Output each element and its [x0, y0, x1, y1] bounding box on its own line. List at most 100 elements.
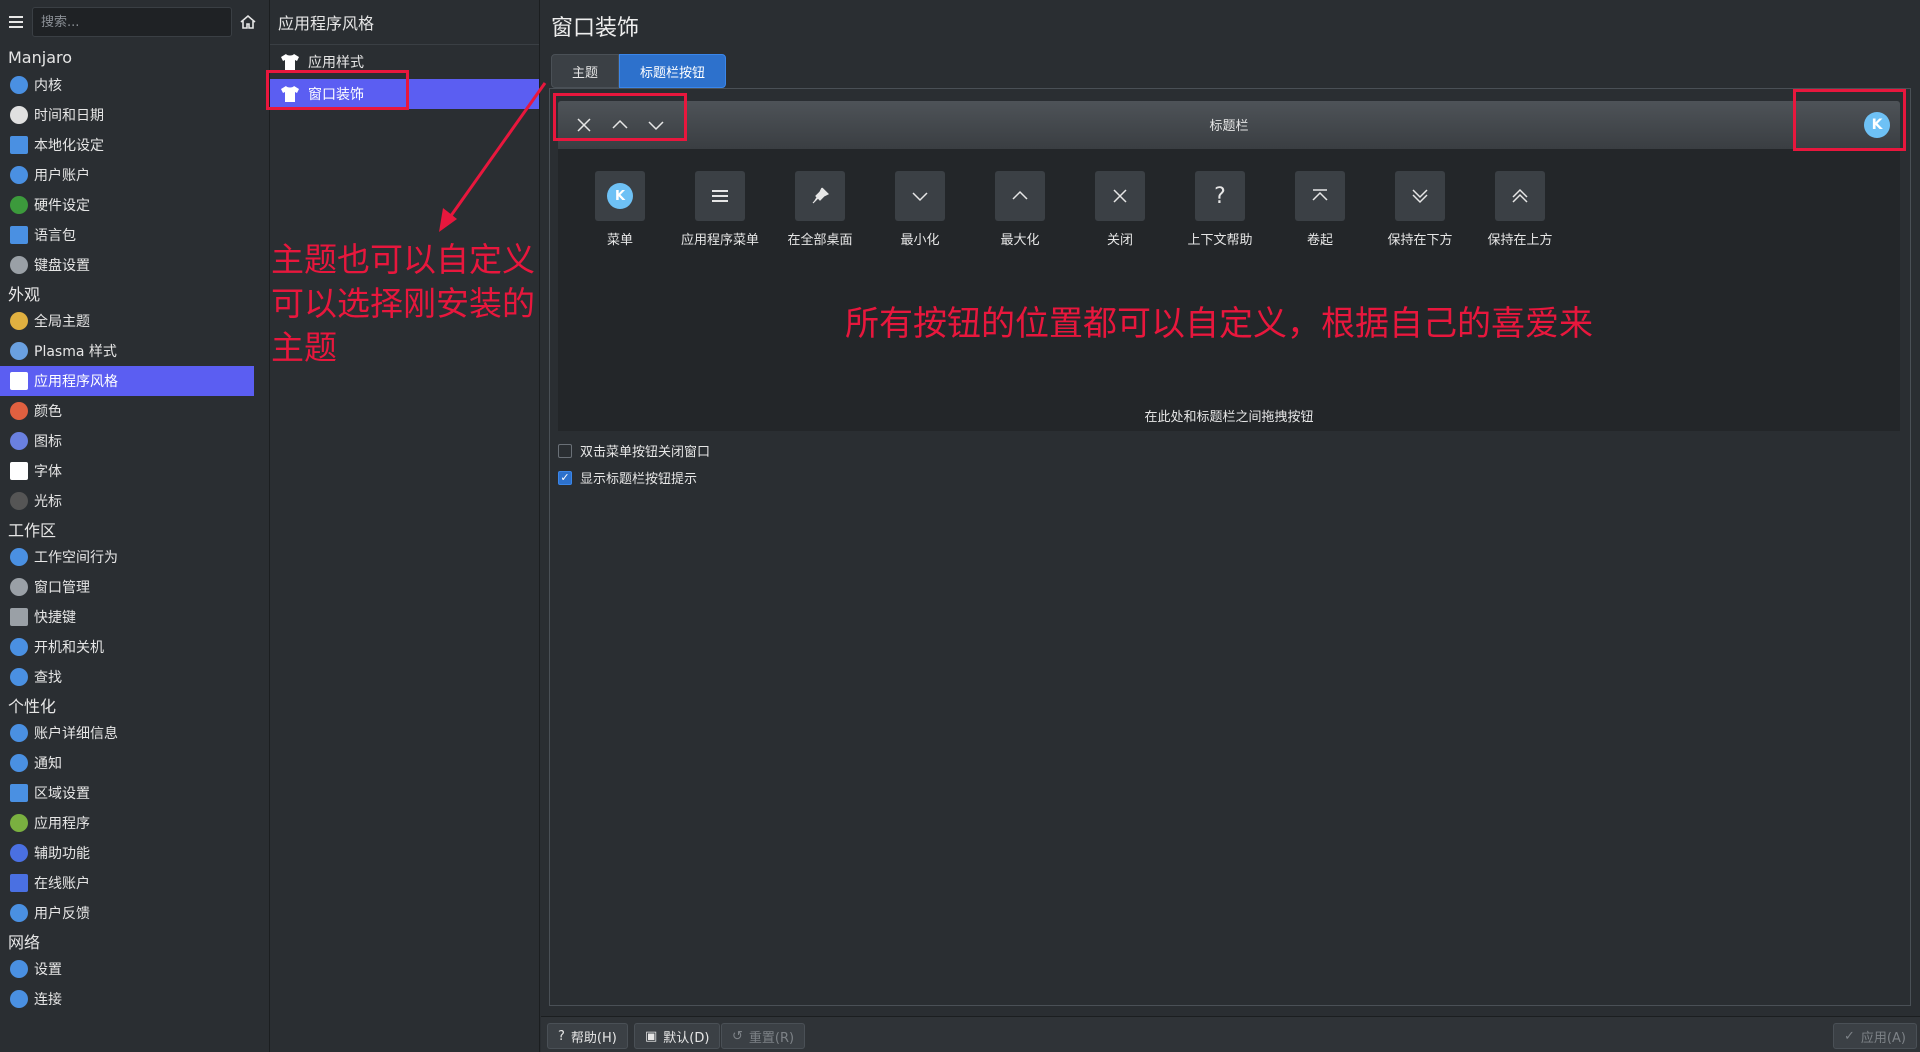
sidebar-item[interactable]: 图标 — [0, 426, 254, 456]
tray-button[interactable]: 保持在下方 — [1370, 171, 1470, 248]
sidebar-item[interactable]: 硬件设定 — [0, 190, 254, 220]
tray-button-label: 上下文帮助 — [1187, 233, 1253, 248]
tray-button[interactable]: ? 上下文帮助 — [1170, 171, 1270, 248]
defaults-button-label: 默认(D) — [663, 1030, 710, 1046]
tray-button-label: 关闭 — [1106, 233, 1133, 248]
sidebar-item[interactable]: 辅助功能 — [0, 838, 254, 868]
sidebar-item[interactable]: 全局主题 — [0, 306, 254, 336]
sidebar: Manjaro 内核时间和日期本地化设定用户账户硬件设定语言包键盘设置外观全局主题… — [0, 0, 270, 1052]
home-icon[interactable] — [238, 12, 258, 32]
keep-below-icon[interactable] — [1395, 171, 1445, 221]
app-menu-icon[interactable] — [695, 171, 745, 221]
sidebar-item[interactable]: 在线账户 — [0, 868, 254, 898]
tray-button[interactable]: 保持在上方 — [1470, 171, 1570, 248]
sidebar-item[interactable]: 字体 — [0, 456, 254, 486]
sidebar-item[interactable]: 时间和日期 — [0, 100, 254, 130]
annotation-left-line-1: 主题也可以自定义 — [271, 240, 535, 279]
tray-button[interactable]: 关闭 — [1070, 171, 1170, 248]
maximize-icon[interactable] — [995, 171, 1045, 221]
sidebar-item-label: 连接 — [34, 992, 62, 1008]
startup-icon — [10, 638, 28, 656]
tab-theme[interactable]: 主题 — [551, 54, 620, 88]
sidebar-item-label: 设置 — [34, 962, 62, 978]
sidebar-item-label: 开机和关机 — [34, 640, 104, 656]
sidebar-item[interactable]: 账户详细信息 — [0, 718, 254, 748]
sidebar-item[interactable]: 应用程序 — [0, 808, 254, 838]
sidebar-item-label: 光标 — [34, 494, 62, 510]
shade-icon[interactable] — [1295, 171, 1345, 221]
sidebar-item[interactable]: 设置 — [0, 954, 254, 984]
hamburger-menu-icon[interactable] — [6, 12, 26, 32]
colors-icon — [10, 402, 28, 420]
help-button[interactable]: ? 帮助(H) — [547, 1023, 628, 1049]
sidebar-item[interactable]: 应用程序风格 — [0, 366, 254, 396]
plasma-style-icon — [10, 342, 28, 360]
shortcuts-icon — [10, 608, 28, 626]
online-accounts-icon — [10, 874, 28, 892]
tray-button[interactable]: 最小化 — [870, 171, 970, 248]
close-on-double-click-option[interactable]: 双击菜单按钮关闭窗口 — [558, 441, 710, 460]
help-icon[interactable]: ? — [1195, 171, 1245, 221]
defaults-button[interactable]: ▣ 默认(D) — [634, 1023, 721, 1049]
sidebar-item[interactable]: 内核 — [0, 70, 254, 100]
annotation-box-left-buttons — [553, 93, 687, 141]
sidebar-item[interactable]: 语言包 — [0, 220, 254, 250]
apply-button[interactable]: ✓ 应用(A) — [1833, 1023, 1917, 1049]
applications-icon — [10, 814, 28, 832]
tray-button-label: 最大化 — [1000, 233, 1040, 248]
sidebar-item[interactable]: 用户反馈 — [0, 898, 254, 928]
kde-menu-icon[interactable]: K — [595, 171, 645, 221]
tray-button[interactable]: 卷起 — [1270, 171, 1370, 248]
annotation-center-text: 所有按钮的位置都可以自定义，根据自己的喜爱来 — [845, 304, 1593, 344]
sidebar-item-label: 语言包 — [34, 228, 76, 244]
annotation-left-line-3: 主题 — [271, 328, 337, 367]
close-on-double-click-checkbox[interactable] — [558, 443, 572, 458]
sidebar-item-label: 应用程序 — [34, 816, 90, 832]
sidebar-item[interactable]: 通知 — [0, 748, 254, 778]
sidebar-section-title: 个性化 — [8, 697, 57, 716]
undo-icon: ↺ — [732, 1028, 743, 1044]
sidebar-item[interactable]: 区域设置 — [0, 778, 254, 808]
minimize-icon[interactable] — [895, 171, 945, 221]
sidebar-item-label: 时间和日期 — [34, 108, 104, 124]
search-input[interactable] — [32, 7, 232, 37]
pin-icon[interactable] — [795, 171, 845, 221]
sidebar-item[interactable]: 本地化设定 — [0, 130, 254, 160]
reset-button[interactable]: ↺ 重置(R) — [721, 1023, 806, 1049]
defaults-icon: ▣ — [645, 1028, 658, 1044]
sidebar-item[interactable]: 用户账户 — [0, 160, 254, 190]
page-title: 窗口装饰 — [551, 16, 640, 41]
show-tooltips-option[interactable]: ✓ 显示标题栏按钮提示 — [558, 468, 697, 487]
sidebar-item[interactable]: 查找 — [0, 662, 254, 692]
tray-button[interactable]: 最大化 — [970, 171, 1070, 248]
sidebar-item[interactable]: 开机和关机 — [0, 632, 254, 662]
sidebar-section-title: 工作区 — [8, 521, 57, 540]
sidebar-item[interactable]: 颜色 — [0, 396, 254, 426]
keep-above-icon[interactable] — [1495, 171, 1545, 221]
show-tooltips-checkbox[interactable]: ✓ — [558, 470, 572, 485]
close-icon[interactable] — [1095, 171, 1145, 221]
sidebar-section-title: 网络 — [8, 933, 41, 952]
sidebar-item[interactable]: 键盘设置 — [0, 250, 254, 280]
tray-hint: 在此处和标题栏之间拖拽按钮 — [1144, 410, 1314, 425]
sidebar-item[interactable]: 窗口管理 — [0, 572, 254, 602]
help-button-label: 帮助(H) — [570, 1030, 617, 1046]
tray-button[interactable]: 在全部桌面 — [770, 171, 870, 248]
sidebar-item[interactable]: 光标 — [0, 486, 254, 516]
tray-button[interactable]: 应用程序菜单 — [670, 171, 770, 248]
sidebar-section-title: 外观 — [8, 285, 41, 304]
sidebar-item-label: Plasma 样式 — [34, 344, 117, 360]
tray-button-label: 应用程序菜单 — [680, 233, 759, 248]
tab-titlebar-buttons[interactable]: 标题栏按钮 — [619, 54, 727, 88]
subnav-item-label: 应用样式 — [308, 55, 364, 71]
sidebar-item-label: 在线账户 — [34, 876, 90, 892]
region-icon — [10, 784, 28, 802]
sidebar-item[interactable]: 工作空间行为 — [0, 542, 254, 572]
connections-icon — [10, 990, 28, 1008]
sidebar-item[interactable]: 快捷键 — [0, 602, 254, 632]
sidebar-item[interactable]: Plasma 样式 — [0, 336, 254, 366]
tray-button[interactable]: K 菜单 — [570, 171, 670, 248]
annotation-left-text: 主题也可以自定义 可以选择刚安装的 主题 — [271, 238, 535, 370]
network-settings-icon — [10, 960, 28, 978]
sidebar-item[interactable]: 连接 — [0, 984, 254, 1014]
